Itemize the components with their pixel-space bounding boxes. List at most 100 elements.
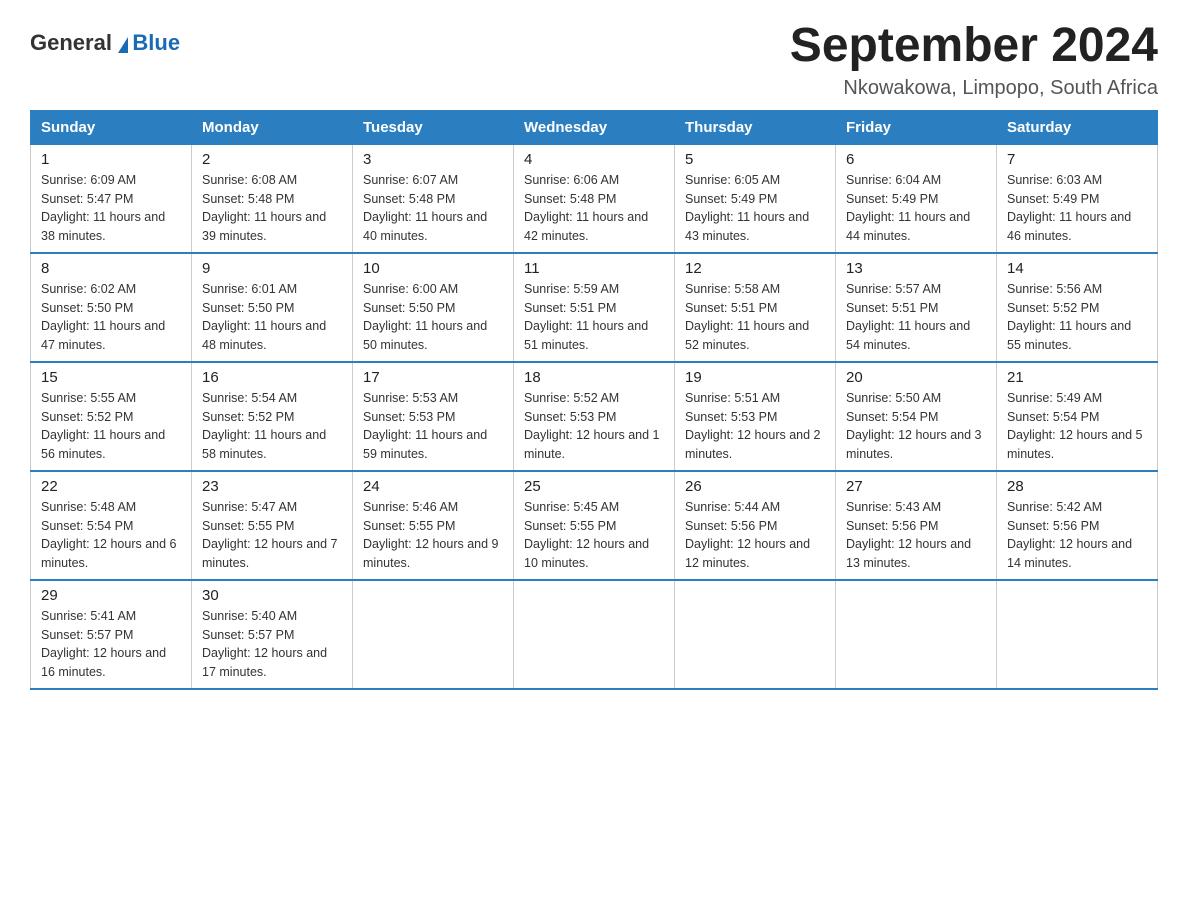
table-row: 17 Sunrise: 5:53 AMSunset: 5:53 PMDaylig… xyxy=(353,362,514,471)
day-number: 29 xyxy=(41,587,181,604)
day-number: 7 xyxy=(1007,151,1147,168)
calendar-week-row: 22 Sunrise: 5:48 AMSunset: 5:54 PMDaylig… xyxy=(31,471,1158,580)
table-row: 8 Sunrise: 6:02 AMSunset: 5:50 PMDayligh… xyxy=(31,253,192,362)
day-number: 25 xyxy=(524,478,664,495)
location-subtitle: Nkowakowa, Limpopo, South Africa xyxy=(790,77,1158,100)
day-number: 14 xyxy=(1007,260,1147,277)
day-number: 18 xyxy=(524,369,664,386)
table-row: 1 Sunrise: 6:09 AMSunset: 5:47 PMDayligh… xyxy=(31,144,192,253)
day-info: Sunrise: 6:03 AMSunset: 5:49 PMDaylight:… xyxy=(1007,171,1147,246)
day-info: Sunrise: 6:02 AMSunset: 5:50 PMDaylight:… xyxy=(41,280,181,355)
day-info: Sunrise: 6:09 AMSunset: 5:47 PMDaylight:… xyxy=(41,171,181,246)
table-row: 4 Sunrise: 6:06 AMSunset: 5:48 PMDayligh… xyxy=(514,144,675,253)
day-info: Sunrise: 6:06 AMSunset: 5:48 PMDaylight:… xyxy=(524,171,664,246)
day-info: Sunrise: 5:54 AMSunset: 5:52 PMDaylight:… xyxy=(202,389,342,464)
day-number: 23 xyxy=(202,478,342,495)
table-row: 15 Sunrise: 5:55 AMSunset: 5:52 PMDaylig… xyxy=(31,362,192,471)
day-info: Sunrise: 5:40 AMSunset: 5:57 PMDaylight:… xyxy=(202,607,342,682)
table-row: 7 Sunrise: 6:03 AMSunset: 5:49 PMDayligh… xyxy=(997,144,1158,253)
table-row: 16 Sunrise: 5:54 AMSunset: 5:52 PMDaylig… xyxy=(192,362,353,471)
day-info: Sunrise: 5:53 AMSunset: 5:53 PMDaylight:… xyxy=(363,389,503,464)
day-number: 28 xyxy=(1007,478,1147,495)
day-number: 30 xyxy=(202,587,342,604)
table-row: 10 Sunrise: 6:00 AMSunset: 5:50 PMDaylig… xyxy=(353,253,514,362)
day-info: Sunrise: 5:48 AMSunset: 5:54 PMDaylight:… xyxy=(41,498,181,573)
day-info: Sunrise: 5:45 AMSunset: 5:55 PMDaylight:… xyxy=(524,498,664,573)
table-row: 20 Sunrise: 5:50 AMSunset: 5:54 PMDaylig… xyxy=(836,362,997,471)
title-area: September 2024 Nkowakowa, Limpopo, South… xyxy=(790,20,1158,100)
day-number: 10 xyxy=(363,260,503,277)
day-number: 6 xyxy=(846,151,986,168)
table-row xyxy=(353,580,514,689)
calendar-week-row: 8 Sunrise: 6:02 AMSunset: 5:50 PMDayligh… xyxy=(31,253,1158,362)
day-number: 26 xyxy=(685,478,825,495)
day-info: Sunrise: 6:01 AMSunset: 5:50 PMDaylight:… xyxy=(202,280,342,355)
day-number: 11 xyxy=(524,260,664,277)
table-row: 22 Sunrise: 5:48 AMSunset: 5:54 PMDaylig… xyxy=(31,471,192,580)
table-row xyxy=(836,580,997,689)
day-info: Sunrise: 5:50 AMSunset: 5:54 PMDaylight:… xyxy=(846,389,986,464)
day-info: Sunrise: 5:41 AMSunset: 5:57 PMDaylight:… xyxy=(41,607,181,682)
day-info: Sunrise: 5:52 AMSunset: 5:53 PMDaylight:… xyxy=(524,389,664,464)
day-number: 12 xyxy=(685,260,825,277)
day-number: 3 xyxy=(363,151,503,168)
page-header: General Blue September 2024 Nkowakowa, L… xyxy=(30,20,1158,100)
day-info: Sunrise: 6:08 AMSunset: 5:48 PMDaylight:… xyxy=(202,171,342,246)
header-sunday: Sunday xyxy=(31,110,192,144)
table-row: 29 Sunrise: 5:41 AMSunset: 5:57 PMDaylig… xyxy=(31,580,192,689)
day-info: Sunrise: 5:55 AMSunset: 5:52 PMDaylight:… xyxy=(41,389,181,464)
table-row: 30 Sunrise: 5:40 AMSunset: 5:57 PMDaylig… xyxy=(192,580,353,689)
day-number: 20 xyxy=(846,369,986,386)
day-info: Sunrise: 6:05 AMSunset: 5:49 PMDaylight:… xyxy=(685,171,825,246)
table-row xyxy=(675,580,836,689)
day-number: 8 xyxy=(41,260,181,277)
day-number: 22 xyxy=(41,478,181,495)
header-tuesday: Tuesday xyxy=(353,110,514,144)
day-number: 16 xyxy=(202,369,342,386)
table-row: 6 Sunrise: 6:04 AMSunset: 5:49 PMDayligh… xyxy=(836,144,997,253)
calendar-week-row: 1 Sunrise: 6:09 AMSunset: 5:47 PMDayligh… xyxy=(31,144,1158,253)
day-number: 5 xyxy=(685,151,825,168)
day-number: 24 xyxy=(363,478,503,495)
day-info: Sunrise: 5:58 AMSunset: 5:51 PMDaylight:… xyxy=(685,280,825,355)
table-row: 25 Sunrise: 5:45 AMSunset: 5:55 PMDaylig… xyxy=(514,471,675,580)
day-info: Sunrise: 6:04 AMSunset: 5:49 PMDaylight:… xyxy=(846,171,986,246)
day-number: 2 xyxy=(202,151,342,168)
logo: General Blue xyxy=(30,30,180,56)
day-info: Sunrise: 6:00 AMSunset: 5:50 PMDaylight:… xyxy=(363,280,503,355)
day-info: Sunrise: 5:59 AMSunset: 5:51 PMDaylight:… xyxy=(524,280,664,355)
day-number: 19 xyxy=(685,369,825,386)
logo-general: General xyxy=(30,30,112,55)
day-info: Sunrise: 5:44 AMSunset: 5:56 PMDaylight:… xyxy=(685,498,825,573)
header-friday: Friday xyxy=(836,110,997,144)
day-number: 27 xyxy=(846,478,986,495)
day-info: Sunrise: 5:43 AMSunset: 5:56 PMDaylight:… xyxy=(846,498,986,573)
header-thursday: Thursday xyxy=(675,110,836,144)
day-number: 15 xyxy=(41,369,181,386)
day-info: Sunrise: 5:57 AMSunset: 5:51 PMDaylight:… xyxy=(846,280,986,355)
table-row: 21 Sunrise: 5:49 AMSunset: 5:54 PMDaylig… xyxy=(997,362,1158,471)
day-number: 13 xyxy=(846,260,986,277)
table-row: 18 Sunrise: 5:52 AMSunset: 5:53 PMDaylig… xyxy=(514,362,675,471)
day-info: Sunrise: 5:56 AMSunset: 5:52 PMDaylight:… xyxy=(1007,280,1147,355)
calendar-header-row: Sunday Monday Tuesday Wednesday Thursday… xyxy=(31,110,1158,144)
table-row: 11 Sunrise: 5:59 AMSunset: 5:51 PMDaylig… xyxy=(514,253,675,362)
day-number: 21 xyxy=(1007,369,1147,386)
table-row: 19 Sunrise: 5:51 AMSunset: 5:53 PMDaylig… xyxy=(675,362,836,471)
header-wednesday: Wednesday xyxy=(514,110,675,144)
table-row: 27 Sunrise: 5:43 AMSunset: 5:56 PMDaylig… xyxy=(836,471,997,580)
table-row: 3 Sunrise: 6:07 AMSunset: 5:48 PMDayligh… xyxy=(353,144,514,253)
table-row xyxy=(514,580,675,689)
calendar-week-row: 15 Sunrise: 5:55 AMSunset: 5:52 PMDaylig… xyxy=(31,362,1158,471)
day-info: Sunrise: 5:46 AMSunset: 5:55 PMDaylight:… xyxy=(363,498,503,573)
day-number: 17 xyxy=(363,369,503,386)
table-row: 26 Sunrise: 5:44 AMSunset: 5:56 PMDaylig… xyxy=(675,471,836,580)
day-info: Sunrise: 5:42 AMSunset: 5:56 PMDaylight:… xyxy=(1007,498,1147,573)
table-row: 23 Sunrise: 5:47 AMSunset: 5:55 PMDaylig… xyxy=(192,471,353,580)
day-info: Sunrise: 5:49 AMSunset: 5:54 PMDaylight:… xyxy=(1007,389,1147,464)
day-info: Sunrise: 6:07 AMSunset: 5:48 PMDaylight:… xyxy=(363,171,503,246)
calendar-week-row: 29 Sunrise: 5:41 AMSunset: 5:57 PMDaylig… xyxy=(31,580,1158,689)
month-title: September 2024 xyxy=(790,20,1158,73)
day-info: Sunrise: 5:51 AMSunset: 5:53 PMDaylight:… xyxy=(685,389,825,464)
day-number: 9 xyxy=(202,260,342,277)
